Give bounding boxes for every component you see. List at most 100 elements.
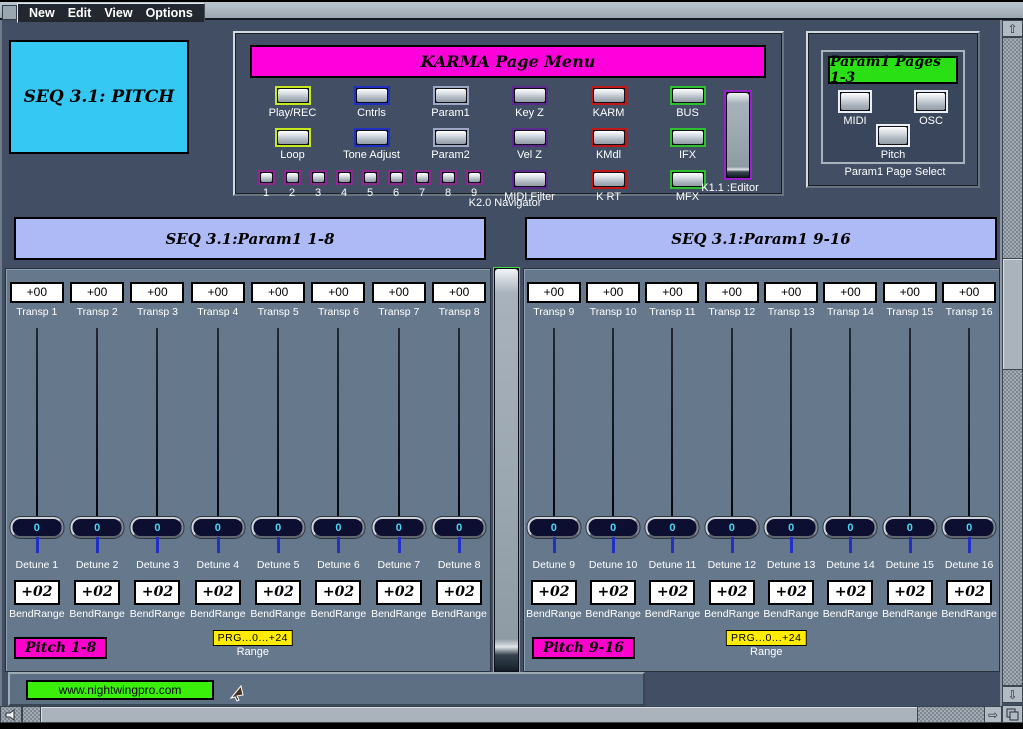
bendrange-value[interactable]: +02 (887, 580, 933, 605)
menu-item-options[interactable]: Options (146, 6, 193, 20)
midi-page-button[interactable] (838, 90, 872, 113)
karma-button-5[interactable] (362, 170, 379, 185)
bendrange-value[interactable]: +02 (768, 580, 814, 605)
karma-button-2[interactable] (284, 170, 301, 185)
slider-track[interactable] (337, 328, 339, 520)
detune-slider[interactable]: 0 (584, 318, 643, 556)
bendrange-value[interactable]: +02 (255, 580, 301, 605)
slider-track[interactable] (36, 328, 38, 520)
detune-slider[interactable]: 0 (702, 318, 761, 556)
scroll-right-button[interactable]: ⇨ (984, 706, 1002, 723)
transpose-value[interactable]: +00 (586, 282, 640, 303)
panel-divider-button[interactable] (493, 267, 520, 673)
bendrange-value[interactable]: +02 (315, 580, 361, 605)
karma-button-midi-filter[interactable] (512, 170, 548, 189)
karma-button-karm[interactable] (591, 86, 627, 105)
slider-track[interactable] (156, 328, 158, 520)
karma-button-4[interactable] (336, 170, 353, 185)
transpose-value[interactable]: +00 (705, 282, 759, 303)
karma-button-play-rec[interactable] (275, 86, 311, 105)
pitch-page-button[interactable] (876, 124, 910, 147)
detune-slider[interactable]: 0 (821, 318, 880, 556)
slider-handle[interactable]: 0 (943, 517, 996, 538)
slider-handle[interactable]: 0 (372, 517, 425, 538)
transpose-value[interactable]: +00 (883, 282, 937, 303)
slider-track[interactable] (849, 328, 851, 520)
bendrange-value[interactable]: +02 (709, 580, 755, 605)
detune-slider[interactable]: 0 (68, 318, 127, 556)
karma-button-bus[interactable] (670, 86, 706, 105)
slider-handle[interactable]: 0 (646, 517, 699, 538)
slider-handle[interactable]: 0 (131, 517, 184, 538)
detune-slider[interactable]: 0 (762, 318, 821, 556)
osc-page-button[interactable] (914, 90, 948, 113)
detune-slider[interactable]: 0 (524, 318, 583, 556)
slider-handle[interactable]: 0 (71, 517, 124, 538)
karma-button-8[interactable] (440, 170, 457, 185)
slider-track[interactable] (968, 328, 970, 520)
karma-button-k-rt[interactable] (591, 170, 627, 189)
slider-handle[interactable]: 0 (765, 517, 818, 538)
transpose-value[interactable]: +00 (764, 282, 818, 303)
transpose-value[interactable]: +00 (251, 282, 305, 303)
karma-button-1[interactable] (258, 170, 275, 185)
karma-button-6[interactable] (388, 170, 405, 185)
slider-handle[interactable]: 0 (10, 517, 63, 538)
bendrange-value[interactable]: +02 (649, 580, 695, 605)
slider-handle[interactable]: 0 (587, 517, 640, 538)
bendrange-value[interactable]: +02 (436, 580, 482, 605)
slider-handle[interactable]: 0 (191, 517, 244, 538)
horizontal-scrollbar-thumb[interactable] (40, 706, 918, 723)
app-chip-icon[interactable] (2, 5, 17, 20)
karma-button-vel-z[interactable] (512, 128, 548, 147)
transpose-value[interactable]: +00 (432, 282, 486, 303)
slider-handle[interactable]: 0 (252, 517, 305, 538)
website-link-button[interactable]: www.nightwingpro.com (26, 680, 214, 700)
scroll-up-button[interactable]: ⇧ (1002, 20, 1023, 37)
karma-button-7[interactable] (414, 170, 431, 185)
karma-button-tone-adjust[interactable] (354, 128, 390, 147)
transpose-value[interactable]: +00 (130, 282, 184, 303)
slider-track[interactable] (731, 328, 733, 520)
slider-track[interactable] (671, 328, 673, 520)
detune-slider[interactable]: 0 (309, 318, 368, 556)
slider-track[interactable] (96, 328, 98, 520)
slider-track[interactable] (217, 328, 219, 520)
slider-track[interactable] (790, 328, 792, 520)
transpose-value[interactable]: +00 (942, 282, 996, 303)
menu-item-view[interactable]: View (104, 6, 132, 20)
karma-button-loop[interactable] (275, 128, 311, 147)
karma-button-param2[interactable] (433, 128, 469, 147)
karma-button-9[interactable] (466, 170, 483, 185)
bendrange-value[interactable]: +02 (195, 580, 241, 605)
transpose-value[interactable]: +00 (527, 282, 581, 303)
detune-slider[interactable]: 0 (880, 318, 939, 556)
karma-button-3[interactable] (310, 170, 327, 185)
slider-track[interactable] (553, 328, 555, 520)
slider-handle[interactable]: 0 (705, 517, 758, 538)
menu-item-edit[interactable]: Edit (68, 6, 92, 20)
transpose-value[interactable]: +00 (191, 282, 245, 303)
scroll-down-button[interactable]: ⇩ (1002, 686, 1023, 703)
transpose-value[interactable]: +00 (311, 282, 365, 303)
range-value[interactable]: PRG...0...+24 (726, 630, 806, 646)
karma-button-kmdl[interactable] (591, 128, 627, 147)
transpose-value[interactable]: +00 (372, 282, 426, 303)
detune-slider[interactable]: 0 (188, 318, 247, 556)
detune-slider[interactable]: 0 (128, 318, 187, 556)
slider-track[interactable] (909, 328, 911, 520)
range-value[interactable]: PRG...0...+24 (213, 630, 293, 646)
slider-track[interactable] (398, 328, 400, 520)
bendrange-value[interactable]: +02 (590, 580, 636, 605)
slider-track[interactable] (612, 328, 614, 520)
transpose-value[interactable]: +00 (823, 282, 877, 303)
bendrange-value[interactable]: +02 (134, 580, 180, 605)
karma-button-ifx[interactable] (670, 128, 706, 147)
bendrange-value[interactable]: +02 (14, 580, 60, 605)
detune-slider[interactable]: 0 (369, 318, 428, 556)
detune-slider[interactable]: 0 (643, 318, 702, 556)
karma-button-key-z[interactable] (512, 86, 548, 105)
detune-slider[interactable]: 0 (7, 318, 66, 556)
slider-handle[interactable]: 0 (883, 517, 936, 538)
bendrange-value[interactable]: +02 (74, 580, 120, 605)
